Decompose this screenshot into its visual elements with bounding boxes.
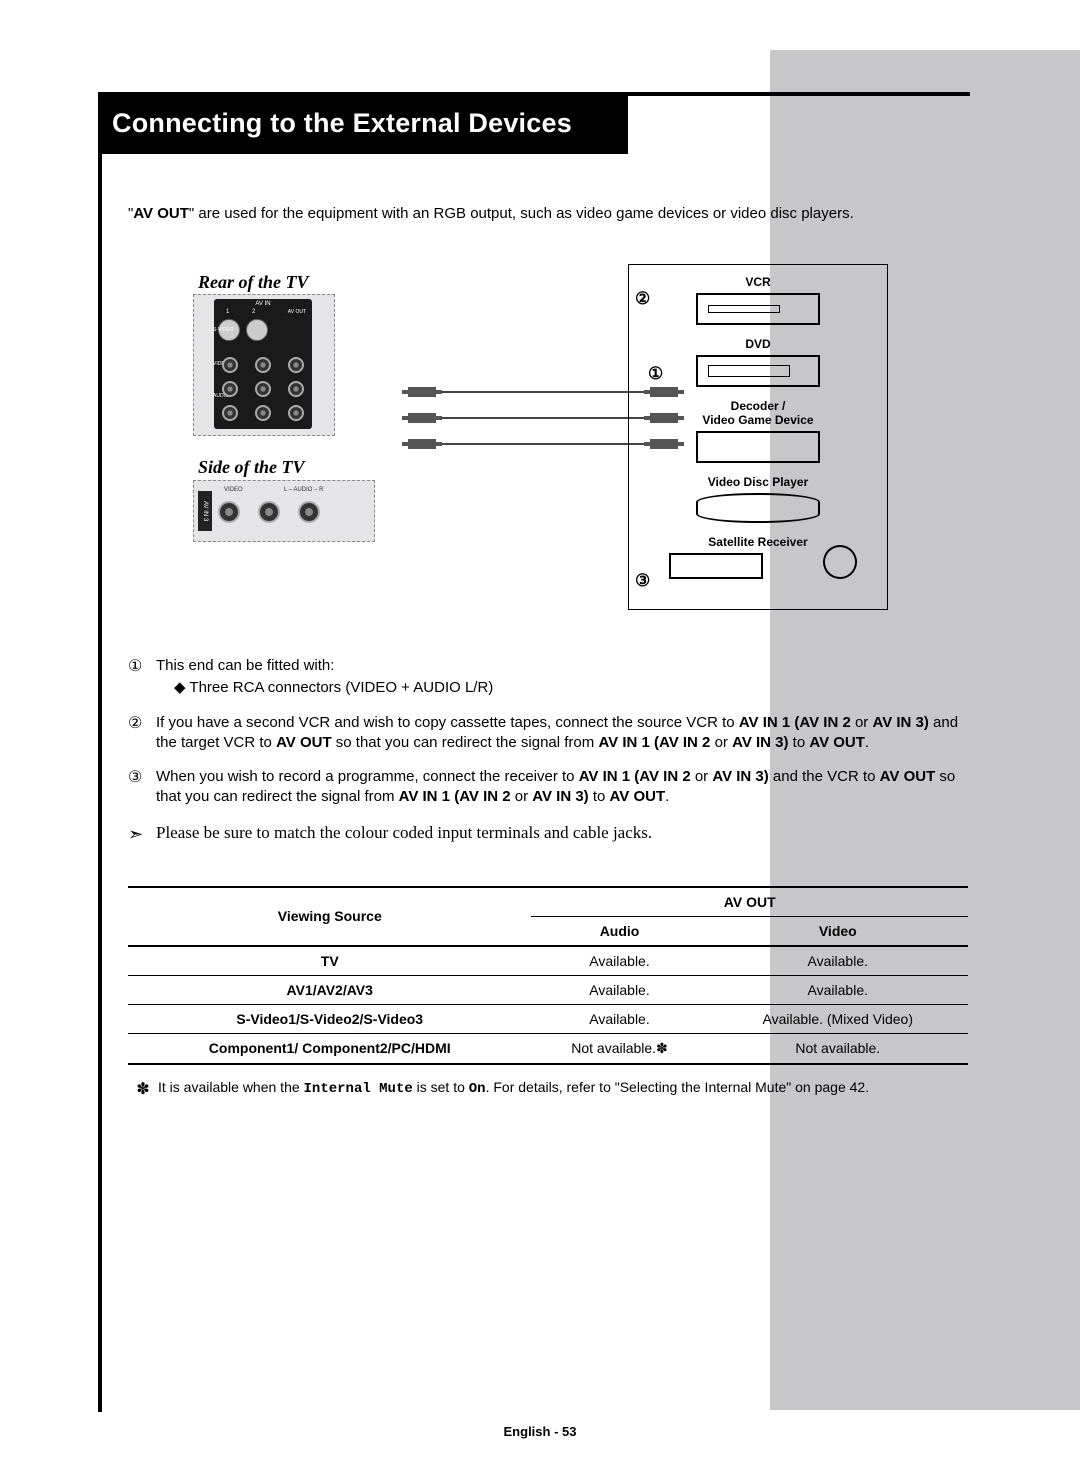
label-1: 1: [226, 309, 229, 315]
note-1a: This end can be fitted with:: [156, 657, 334, 674]
device-label-dvd: DVD: [639, 337, 877, 351]
fn-mid: is set to: [413, 1079, 469, 1095]
th-source: Viewing Source: [128, 887, 531, 946]
rca-jack-icon: [222, 381, 238, 397]
rca-jack-icon: [255, 405, 271, 421]
svideo-jack-icon: [246, 319, 268, 341]
cell-video: Available.: [708, 975, 968, 1004]
wire-icon: [440, 417, 646, 419]
note-1-text: This end can be fitted with: ◆ Three RCA…: [156, 656, 968, 699]
hint-text: Please be sure to match the colour coded…: [156, 822, 652, 845]
manual-page: Connecting to the External Devices "AV O…: [0, 0, 1080, 1473]
rca-jack-icon: [298, 501, 320, 523]
cell-audio: Not available.✽: [531, 1033, 707, 1064]
note-3: ③ When you wish to record a programme, c…: [128, 767, 968, 808]
wire-icon: [440, 391, 646, 393]
caption-rear: Rear of the TV: [198, 272, 309, 293]
rca-jack-icon: [255, 381, 271, 397]
hint-row: ➣ Please be sure to match the colour cod…: [128, 822, 968, 846]
label-avout: AV OUT: [288, 309, 306, 315]
device-label-decoder: Decoder / Video Game Device: [639, 399, 877, 427]
label-2: 2: [252, 309, 255, 315]
note-2: ② If you have a second VCR and wish to c…: [128, 713, 968, 754]
label-avin: AV IN: [214, 301, 312, 307]
hint-arrow-icon: ➣: [128, 822, 156, 846]
cell-video: Not available.: [708, 1033, 968, 1064]
dvd-icon: [696, 355, 820, 387]
plug-icon: [408, 387, 436, 397]
note-1b: ◆ Three RCA connectors (VIDEO + AUDIO L/…: [174, 678, 968, 698]
side-panel-diagram: AV IN 3 VIDEO L – AUDIO – R: [193, 480, 375, 542]
fn-post: . For details, refer to "Selecting the I…: [486, 1079, 870, 1095]
audio-l-jack-row: [222, 381, 304, 397]
cell-audio: Available.: [531, 975, 707, 1004]
rca-jack-icon: [222, 357, 238, 373]
rca-jack-icon: [288, 357, 304, 373]
audio-r-jack-row: [222, 405, 304, 421]
label-side-video: VIDEO: [224, 487, 243, 493]
rear-panel-inset: AV IN 1 2 AV OUT S-VIDEO VIDEO AUDIO: [214, 299, 312, 429]
th-video: Video: [708, 916, 968, 946]
footnote-star-icon: ✽: [128, 1079, 158, 1099]
callout-2: ②: [635, 289, 650, 309]
notes-list: ① This end can be fitted with: ◆ Three R…: [128, 656, 968, 846]
fn-mono1: Internal Mute: [304, 1081, 413, 1097]
callout-3: ③: [635, 571, 650, 591]
device-label-disc: Video Disc Player: [639, 475, 877, 489]
availability-table: Viewing Source AV OUT Audio Video TV Ava…: [128, 886, 968, 1065]
footnote: ✽ It is available when the Internal Mute…: [128, 1079, 968, 1099]
th-audio: Audio: [531, 916, 707, 946]
note-2-text: If you have a second VCR and wish to cop…: [156, 713, 968, 754]
cell-source: S-Video1/S-Video2/S-Video3: [128, 1004, 531, 1033]
content-area: "AV OUT" are used for the equipment with…: [128, 205, 968, 1099]
vcr-icon: [696, 293, 820, 325]
intro-paragraph: "AV OUT" are used for the equipment with…: [128, 205, 968, 222]
plug-icon: [408, 439, 436, 449]
plug-icon: [408, 413, 436, 423]
video-jack-row: [222, 357, 304, 373]
disc-player-icon: [696, 493, 820, 523]
rca-jack-icon: [218, 501, 240, 523]
label-avin3: AV IN 3: [198, 491, 212, 531]
game-device-icon: [696, 431, 820, 463]
device-label-vcr: VCR: [639, 275, 877, 289]
label-svideo: S-VIDEO: [213, 327, 234, 333]
note-3-mark: ③: [128, 767, 156, 808]
th-avout: AV OUT: [531, 887, 968, 917]
wire-icon: [440, 443, 646, 445]
note-3-text: When you wish to record a programme, con…: [156, 767, 968, 808]
caption-side: Side of the TV: [198, 457, 305, 478]
cell-source: AV1/AV2/AV3: [128, 975, 531, 1004]
cell-video: Available. (Mixed Video): [708, 1004, 968, 1033]
intro-rest: " are used for the equipment with an RGB…: [189, 205, 854, 222]
cell-audio: Available.: [531, 1004, 707, 1033]
cell-video: Available.: [708, 946, 968, 976]
label-side-audio: L – AUDIO – R: [284, 487, 323, 493]
fn-pre: It is available when the: [158, 1079, 304, 1095]
intro-bold: AV OUT: [133, 205, 189, 222]
note-1: ① This end can be fitted with: ◆ Three R…: [128, 656, 968, 699]
rca-jack-icon: [255, 357, 271, 373]
cell-source: Component1/ Component2/PC/HDMI: [128, 1033, 531, 1064]
external-devices-box: ② VCR DVD Decoder / Video Game Device Vi…: [628, 264, 888, 610]
rca-jack-icon: [222, 405, 238, 421]
fn-mono2: On: [469, 1081, 486, 1097]
footnote-text: It is available when the Internal Mute i…: [158, 1079, 869, 1099]
side-jack-row: [218, 501, 320, 523]
cell-source: TV: [128, 946, 531, 976]
cell-audio: Available.: [531, 946, 707, 976]
rca-jack-icon: [288, 405, 304, 421]
rca-jack-icon: [288, 381, 304, 397]
rear-panel-diagram: AV IN 1 2 AV OUT S-VIDEO VIDEO AUDIO: [193, 294, 335, 436]
rca-jack-icon: [258, 501, 280, 523]
note-1-mark: ①: [128, 656, 156, 699]
note-2-mark: ②: [128, 713, 156, 754]
satellite-receiver-icon: [669, 553, 763, 579]
figure-area: Rear of the TV AV IN 1 2 AV OUT S-VIDEO …: [128, 272, 968, 632]
page-number: English - 53: [0, 1424, 1080, 1439]
